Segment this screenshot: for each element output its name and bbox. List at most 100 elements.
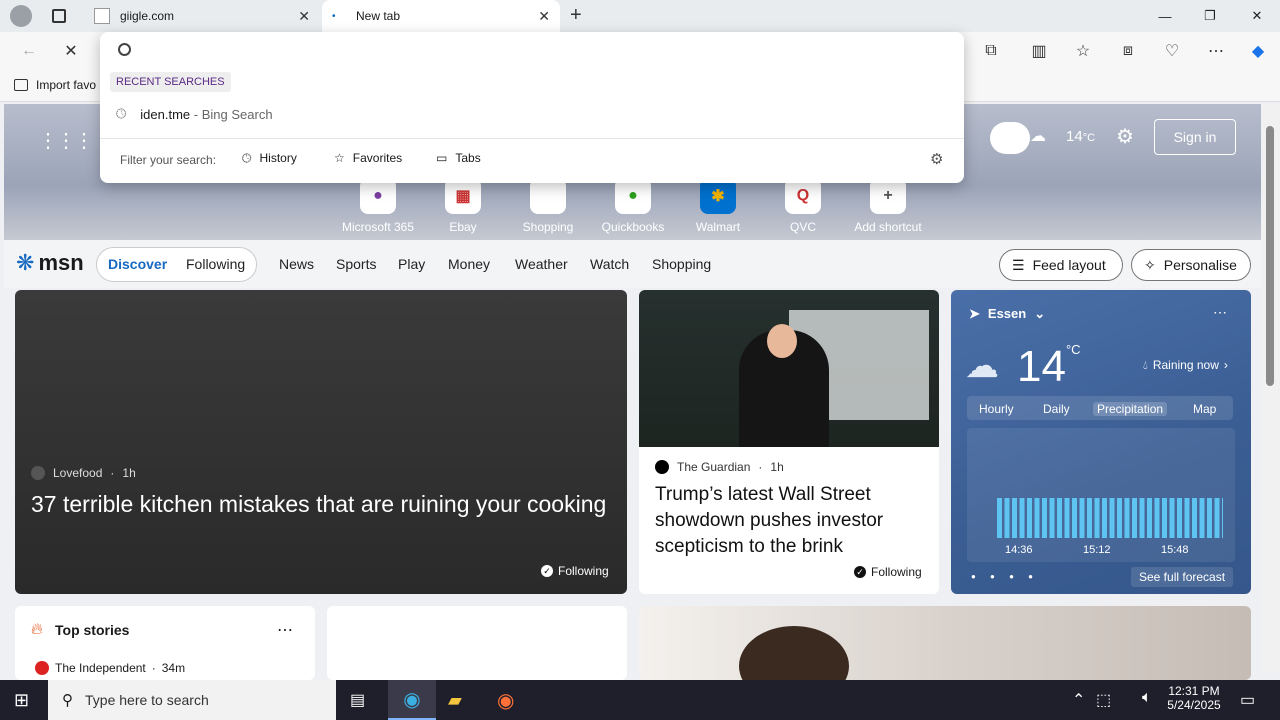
tab-actions-icon[interactable] — [52, 9, 66, 23]
notifications-icon[interactable]: ▭ — [1240, 690, 1255, 710]
shortcut-qvc[interactable]: Q QVC — [763, 178, 843, 234]
story-title[interactable]: Trump’s latest Wall Street showdown push… — [655, 482, 925, 560]
hero-temp: 14°C — [1066, 128, 1096, 145]
close-window-button[interactable]: ✕ — [1237, 4, 1277, 28]
tab-following[interactable]: Following — [186, 256, 245, 272]
filter-history[interactable]: 🕓︎ History — [242, 151, 297, 166]
precip-bars — [997, 498, 1223, 538]
scrollbar[interactable] — [1262, 104, 1280, 672]
msn-logo[interactable]: ❋ msn — [16, 250, 84, 276]
tab-discover[interactable]: Discover — [108, 256, 167, 272]
apps-grid-icon[interactable]: ⋮⋮⋮ — [38, 128, 94, 153]
shortcut-quickbooks[interactable]: ● Quickbooks — [593, 178, 673, 234]
windows-start-icon[interactable]: ⊞ — [14, 690, 29, 711]
sliders-icon: ☰ — [1012, 256, 1025, 273]
tab-strip: giigle.com ✕ • New tab ✕ + — ❐ ✕ — [0, 0, 1280, 32]
image-story-card[interactable] — [639, 606, 1251, 680]
profile-icon[interactable] — [10, 5, 32, 27]
tab-hourly[interactable]: Hourly — [975, 402, 1018, 416]
favorites-icon[interactable]: ☆ — [1068, 36, 1098, 66]
nav-news[interactable]: News — [279, 256, 314, 272]
news-image — [639, 290, 939, 447]
tab-precipitation[interactable]: Precipitation — [1093, 402, 1168, 416]
weather-temp: 14°C — [1017, 342, 1081, 391]
tab-title: giigle.com — [120, 9, 175, 23]
source-logo-icon — [31, 466, 45, 480]
story-title[interactable]: 37 terrible kitchen mistakes that are ru… — [31, 488, 611, 520]
nav-shopping[interactable]: Shopping — [652, 256, 711, 272]
main-story-card[interactable]: Lovefood · 1h 37 terrible kitchen mistakes… — [15, 290, 627, 594]
news-card[interactable]: The Guardian · 1h Trump’s latest Wall Stre… — [639, 290, 939, 594]
tray-chevron-icon[interactable]: ⌃ — [1072, 690, 1085, 710]
sign-in-button[interactable]: Sign in — [1154, 119, 1236, 155]
file-explorer-icon[interactable]: ▰ — [448, 690, 462, 711]
location[interactable]: ➤ Essen ⌄ — [969, 306, 1045, 322]
import-favorites[interactable]: Import favo — [14, 78, 96, 92]
new-tab-button[interactable]: + — [570, 4, 582, 27]
feed-layout-button[interactable]: ☰ Feed layout — [999, 249, 1123, 281]
close-tab-icon[interactable]: ✕ — [298, 8, 310, 25]
shortcut-walmart[interactable]: ✱ Walmart — [678, 178, 758, 234]
copilot-badge-icon[interactable] — [990, 122, 1030, 154]
page-settings-icon[interactable]: ⚙ — [1116, 124, 1134, 149]
carousel-dots[interactable]: ● ● ● ● — [971, 572, 1039, 581]
collections-icon[interactable]: ⧈ — [1113, 36, 1143, 66]
fire-icon: 🔥︎ — [31, 621, 43, 638]
nav-money[interactable]: Money — [448, 256, 490, 272]
taskbar-search[interactable]: ⚲ Type here to search — [48, 680, 336, 720]
minimize-button[interactable]: — — [1145, 4, 1185, 28]
see-full-forecast-link[interactable]: See full forecast — [1131, 567, 1234, 587]
shortcut-shopping[interactable]: ◇ Shopping — [508, 178, 588, 234]
edge-taskbar-icon[interactable]: ◉ — [388, 680, 436, 720]
nav-play[interactable]: Play — [398, 256, 425, 272]
gear-icon[interactable]: ⚙ — [930, 150, 943, 168]
shortcut-add[interactable]: + Add shortcut — [848, 178, 928, 234]
filter-tabs[interactable]: ▭ Tabs — [436, 151, 481, 165]
filter-label: Filter your search: — [120, 153, 217, 167]
weather-card[interactable]: ➤ Essen ⌄ ⋯ ☁ 14°C 💧︎ Raining now › Hourly D… — [951, 290, 1251, 594]
time-label: 14:36 — [1005, 544, 1033, 556]
recent-item[interactable]: 🕓︎ iden.tme - Bing Search — [116, 106, 273, 122]
tab-daily[interactable]: Daily — [1039, 402, 1074, 416]
nav-sports[interactable]: Sports — [336, 256, 376, 272]
personalise-button[interactable]: ✧ Personalise — [1131, 249, 1251, 281]
close-tab-icon[interactable]: ✕ — [538, 8, 550, 25]
restore-button[interactable]: ❐ — [1190, 4, 1230, 28]
tab-giigle[interactable]: giigle.com ✕ — [84, 0, 320, 32]
shortcut-microsoft365[interactable]: ● Microsoft 365 — [338, 178, 418, 234]
source-row: The Guardian · 1h — [655, 460, 784, 474]
task-view-icon[interactable]: ▤ — [350, 690, 365, 710]
scroll-thumb[interactable] — [1266, 126, 1274, 386]
tab-new[interactable]: • New tab ✕ — [322, 0, 560, 32]
stop-icon[interactable]: ✕ — [56, 36, 86, 66]
following-badge[interactable]: ✓ Following — [541, 564, 609, 578]
favicon-icon — [94, 8, 110, 24]
extensions-icon[interactable]: ⧉ — [976, 36, 1006, 66]
clock[interactable]: 12:31 PM 5/24/2025 — [1166, 684, 1222, 712]
address-input[interactable] — [144, 38, 944, 62]
performance-icon[interactable]: ♡ — [1157, 36, 1187, 66]
back-icon[interactable]: ← — [14, 36, 44, 66]
more-options-icon[interactable]: ⋯ — [277, 620, 293, 640]
tabs-icon: ▭ — [436, 151, 448, 165]
guardian-logo-icon — [655, 460, 669, 474]
nav-watch[interactable]: Watch — [590, 256, 629, 272]
nav-weather[interactable]: Weather — [515, 256, 568, 272]
shortcut-ebay[interactable]: ▦ Ebay — [423, 178, 503, 234]
more-icon[interactable]: ⋯ — [1201, 36, 1231, 66]
copilot-icon[interactable]: ◆ — [1243, 36, 1273, 66]
network-icon[interactable]: ⬚ — [1096, 690, 1111, 710]
tab-title: New tab — [356, 9, 401, 23]
placeholder-card — [327, 606, 627, 680]
walmart-icon: ✱ — [700, 178, 736, 214]
tab-map[interactable]: Map — [1189, 402, 1220, 416]
weather-status[interactable]: 💧︎ Raining now › — [1143, 358, 1228, 373]
volume-icon[interactable]: 🔈︎ — [1142, 689, 1152, 707]
more-options-icon[interactable]: ⋯ — [1213, 304, 1227, 321]
face-shape — [767, 324, 797, 358]
search-icon — [118, 43, 131, 56]
firefox-icon[interactable]: ◉ — [497, 688, 514, 713]
split-screen-icon[interactable]: ▥ — [1024, 36, 1054, 66]
filter-favorites[interactable]: ☆ Favorites — [334, 151, 402, 165]
following-badge[interactable]: ✓ Following — [854, 565, 922, 579]
